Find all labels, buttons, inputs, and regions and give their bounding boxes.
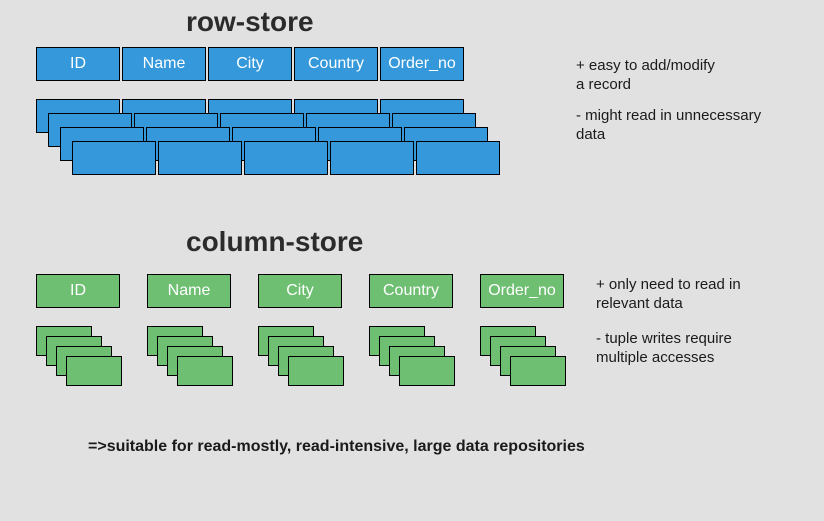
col-data-cell xyxy=(66,356,122,386)
row-data-cell xyxy=(416,141,500,175)
col-header-city: City xyxy=(258,274,342,308)
col-data-cell xyxy=(399,356,455,386)
row-header-country: Country xyxy=(294,47,378,81)
diagram-canvas: row-store ID Name City Country Order_no … xyxy=(0,0,824,521)
row-data-cell xyxy=(330,141,414,175)
row-data-cell xyxy=(158,141,242,175)
col-header-name: Name xyxy=(147,274,231,308)
row-header-orderno: Order_no xyxy=(380,47,464,81)
column-store-pro-note: + only need to read in relevant data xyxy=(596,276,741,314)
row-header-city: City xyxy=(208,47,292,81)
row-data-cell xyxy=(72,141,156,175)
col-header-orderno: Order_no xyxy=(480,274,564,308)
conclusion-text: =>suitable for read-mostly, read-intensi… xyxy=(88,438,585,456)
row-data-cell xyxy=(244,141,328,175)
column-store-title: column-store xyxy=(186,226,363,258)
col-data-cell xyxy=(510,356,566,386)
col-data-cell xyxy=(288,356,344,386)
col-header-country: Country xyxy=(369,274,453,308)
col-header-id: ID xyxy=(36,274,120,308)
row-store-con-note: - might read in unnecessary data xyxy=(576,107,761,145)
column-store-con-note: - tuple writes require multiple accesses xyxy=(596,330,732,368)
row-header-id: ID xyxy=(36,47,120,81)
row-header-name: Name xyxy=(122,47,206,81)
col-data-cell xyxy=(177,356,233,386)
row-store-pro-note: + easy to add/modify a record xyxy=(576,57,715,95)
row-store-title: row-store xyxy=(186,6,314,38)
